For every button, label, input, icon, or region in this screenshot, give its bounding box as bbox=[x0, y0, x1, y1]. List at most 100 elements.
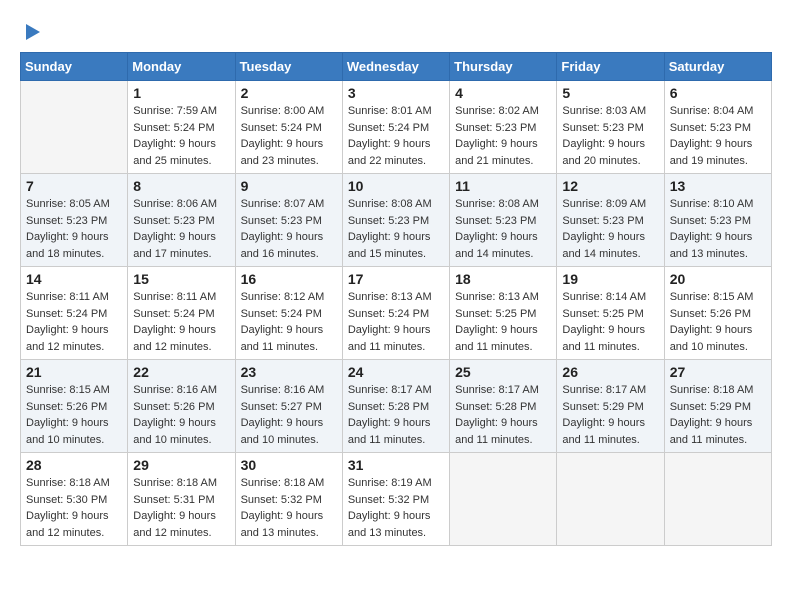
day-number: 19 bbox=[562, 271, 658, 287]
page-header bbox=[20, 20, 772, 42]
day-info: Sunrise: 8:13 AMSunset: 5:24 PMDaylight:… bbox=[348, 289, 444, 355]
calendar-cell: 29Sunrise: 8:18 AMSunset: 5:31 PMDayligh… bbox=[128, 453, 235, 546]
day-info: Sunrise: 8:05 AMSunset: 5:23 PMDaylight:… bbox=[26, 196, 122, 262]
calendar-cell bbox=[664, 453, 771, 546]
day-info: Sunrise: 8:18 AMSunset: 5:32 PMDaylight:… bbox=[241, 475, 337, 541]
calendar-cell: 2 Sunrise: 8:00 AMSunset: 5:24 PMDaylight… bbox=[235, 81, 342, 174]
header-cell-saturday: Saturday bbox=[664, 53, 771, 81]
day-number: 30 bbox=[241, 457, 337, 473]
calendar-cell: 27 Sunrise: 8:18 AMSunset: 5:29 PMDayligh… bbox=[664, 360, 771, 453]
calendar-cell: 26 Sunrise: 8:17 AMSunset: 5:29 PMDayligh… bbox=[557, 360, 664, 453]
logo-icon bbox=[22, 22, 44, 44]
day-info: Sunrise: 8:18 AMSunset: 5:29 PMDaylight:… bbox=[670, 382, 766, 448]
calendar-week-row: 14 Sunrise: 8:11 AMSunset: 5:24 PMDayligh… bbox=[21, 267, 772, 360]
day-info: Sunrise: 8:10 AMSunset: 5:23 PMDaylight:… bbox=[670, 196, 766, 262]
calendar-cell: 1 Sunrise: 7:59 AMSunset: 5:24 PMDaylight… bbox=[128, 81, 235, 174]
day-number: 22 bbox=[133, 364, 229, 380]
calendar-cell: 18Sunrise: 8:13 AMSunset: 5:25 PMDayligh… bbox=[450, 267, 557, 360]
calendar-cell: 12 Sunrise: 8:09 AMSunset: 5:23 PMDayligh… bbox=[557, 174, 664, 267]
calendar-cell: 9Sunrise: 8:07 AMSunset: 5:23 PMDaylight… bbox=[235, 174, 342, 267]
calendar-table: SundayMondayTuesdayWednesdayThursdayFrid… bbox=[20, 52, 772, 546]
day-info: Sunrise: 8:17 AMSunset: 5:28 PMDaylight:… bbox=[455, 382, 551, 448]
day-number: 9 bbox=[241, 178, 337, 194]
header-cell-friday: Friday bbox=[557, 53, 664, 81]
logo bbox=[20, 20, 44, 42]
calendar-cell: 4Sunrise: 8:02 AMSunset: 5:23 PMDaylight… bbox=[450, 81, 557, 174]
day-info: Sunrise: 8:15 AMSunset: 5:26 PMDaylight:… bbox=[26, 382, 122, 448]
calendar-cell: 17 Sunrise: 8:13 AMSunset: 5:24 PMDayligh… bbox=[342, 267, 449, 360]
day-info: Sunrise: 8:11 AMSunset: 5:24 PMDaylight:… bbox=[133, 289, 229, 355]
day-number: 7 bbox=[26, 178, 122, 194]
header-cell-sunday: Sunday bbox=[21, 53, 128, 81]
day-number: 26 bbox=[562, 364, 658, 380]
calendar-cell: 13 Sunrise: 8:10 AMSunset: 5:23 PMDayligh… bbox=[664, 174, 771, 267]
day-info: Sunrise: 8:04 AMSunset: 5:23 PMDaylight:… bbox=[670, 103, 766, 169]
calendar-cell: 7 Sunrise: 8:05 AMSunset: 5:23 PMDaylight… bbox=[21, 174, 128, 267]
calendar-cell: 16 Sunrise: 8:12 AMSunset: 5:24 PMDayligh… bbox=[235, 267, 342, 360]
day-info: Sunrise: 8:18 AMSunset: 5:31 PMDaylight:… bbox=[133, 475, 229, 541]
day-info: Sunrise: 8:17 AMSunset: 5:29 PMDaylight:… bbox=[562, 382, 658, 448]
header-cell-monday: Monday bbox=[128, 53, 235, 81]
day-number: 17 bbox=[348, 271, 444, 287]
day-number: 14 bbox=[26, 271, 122, 287]
day-number: 10 bbox=[348, 178, 444, 194]
day-number: 24 bbox=[348, 364, 444, 380]
day-info: Sunrise: 7:59 AMSunset: 5:24 PMDaylight:… bbox=[133, 103, 229, 169]
day-info: Sunrise: 8:19 AMSunset: 5:32 PMDaylight:… bbox=[348, 475, 444, 541]
header-cell-thursday: Thursday bbox=[450, 53, 557, 81]
calendar-cell: 10 Sunrise: 8:08 AMSunset: 5:23 PMDayligh… bbox=[342, 174, 449, 267]
day-info: Sunrise: 8:12 AMSunset: 5:24 PMDaylight:… bbox=[241, 289, 337, 355]
day-number: 4 bbox=[455, 85, 551, 101]
calendar-cell: 15 Sunrise: 8:11 AMSunset: 5:24 PMDayligh… bbox=[128, 267, 235, 360]
header-cell-wednesday: Wednesday bbox=[342, 53, 449, 81]
day-info: Sunrise: 8:17 AMSunset: 5:28 PMDaylight:… bbox=[348, 382, 444, 448]
calendar-cell: 31 Sunrise: 8:19 AMSunset: 5:32 PMDayligh… bbox=[342, 453, 449, 546]
day-info: Sunrise: 8:08 AMSunset: 5:23 PMDaylight:… bbox=[348, 196, 444, 262]
day-info: Sunrise: 8:16 AMSunset: 5:27 PMDaylight:… bbox=[241, 382, 337, 448]
day-number: 28 bbox=[26, 457, 122, 473]
calendar-cell bbox=[21, 81, 128, 174]
calendar-cell: 5Sunrise: 8:03 AMSunset: 5:23 PMDaylight… bbox=[557, 81, 664, 174]
calendar-cell: 19 Sunrise: 8:14 AMSunset: 5:25 PMDayligh… bbox=[557, 267, 664, 360]
day-number: 20 bbox=[670, 271, 766, 287]
day-number: 15 bbox=[133, 271, 229, 287]
day-number: 27 bbox=[670, 364, 766, 380]
calendar-cell: 11 Sunrise: 8:08 AMSunset: 5:23 PMDayligh… bbox=[450, 174, 557, 267]
day-info: Sunrise: 8:06 AMSunset: 5:23 PMDaylight:… bbox=[133, 196, 229, 262]
calendar-cell: 22Sunrise: 8:16 AMSunset: 5:26 PMDayligh… bbox=[128, 360, 235, 453]
calendar-cell: 8Sunrise: 8:06 AMSunset: 5:23 PMDaylight… bbox=[128, 174, 235, 267]
day-number: 1 bbox=[133, 85, 229, 101]
day-number: 25 bbox=[455, 364, 551, 380]
day-number: 21 bbox=[26, 364, 122, 380]
calendar-week-row: 21 Sunrise: 8:15 AMSunset: 5:26 PMDayligh… bbox=[21, 360, 772, 453]
day-info: Sunrise: 8:13 AMSunset: 5:25 PMDaylight:… bbox=[455, 289, 551, 355]
day-number: 16 bbox=[241, 271, 337, 287]
day-number: 11 bbox=[455, 178, 551, 194]
day-number: 5 bbox=[562, 85, 658, 101]
calendar-cell: 28 Sunrise: 8:18 AMSunset: 5:30 PMDayligh… bbox=[21, 453, 128, 546]
calendar-cell bbox=[557, 453, 664, 546]
calendar-week-row: 28 Sunrise: 8:18 AMSunset: 5:30 PMDayligh… bbox=[21, 453, 772, 546]
calendar-week-row: 1 Sunrise: 7:59 AMSunset: 5:24 PMDaylight… bbox=[21, 81, 772, 174]
calendar-header-row: SundayMondayTuesdayWednesdayThursdayFrid… bbox=[21, 53, 772, 81]
day-number: 12 bbox=[562, 178, 658, 194]
day-number: 2 bbox=[241, 85, 337, 101]
day-info: Sunrise: 8:14 AMSunset: 5:25 PMDaylight:… bbox=[562, 289, 658, 355]
logo-text bbox=[20, 20, 44, 44]
day-info: Sunrise: 8:18 AMSunset: 5:30 PMDaylight:… bbox=[26, 475, 122, 541]
day-info: Sunrise: 8:00 AMSunset: 5:24 PMDaylight:… bbox=[241, 103, 337, 169]
day-number: 31 bbox=[348, 457, 444, 473]
calendar-cell: 3Sunrise: 8:01 AMSunset: 5:24 PMDaylight… bbox=[342, 81, 449, 174]
day-info: Sunrise: 8:08 AMSunset: 5:23 PMDaylight:… bbox=[455, 196, 551, 262]
calendar-cell: 25 Sunrise: 8:17 AMSunset: 5:28 PMDayligh… bbox=[450, 360, 557, 453]
day-number: 23 bbox=[241, 364, 337, 380]
calendar-cell bbox=[450, 453, 557, 546]
day-number: 3 bbox=[348, 85, 444, 101]
day-number: 13 bbox=[670, 178, 766, 194]
day-info: Sunrise: 8:15 AMSunset: 5:26 PMDaylight:… bbox=[670, 289, 766, 355]
calendar-cell: 21 Sunrise: 8:15 AMSunset: 5:26 PMDayligh… bbox=[21, 360, 128, 453]
calendar-cell: 20 Sunrise: 8:15 AMSunset: 5:26 PMDayligh… bbox=[664, 267, 771, 360]
calendar-cell: 14Sunrise: 8:11 AMSunset: 5:24 PMDayligh… bbox=[21, 267, 128, 360]
day-info: Sunrise: 8:09 AMSunset: 5:23 PMDaylight:… bbox=[562, 196, 658, 262]
calendar-week-row: 7 Sunrise: 8:05 AMSunset: 5:23 PMDaylight… bbox=[21, 174, 772, 267]
